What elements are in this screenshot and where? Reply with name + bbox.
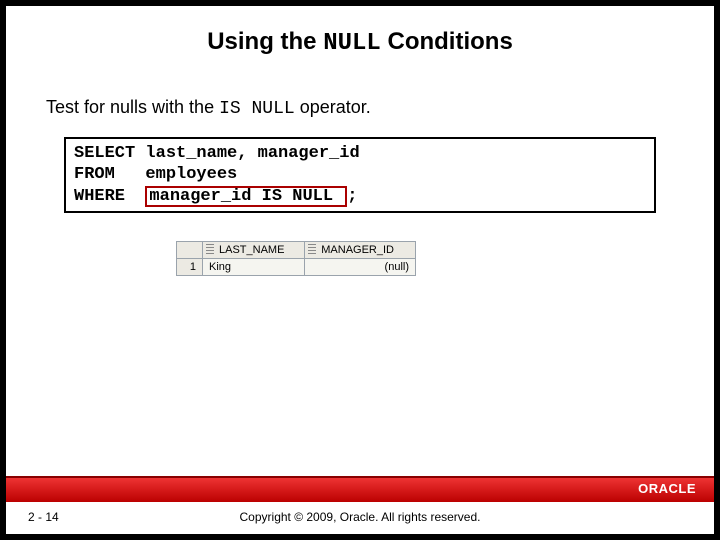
grip-icon bbox=[206, 244, 214, 256]
result-table: LAST_NAME MANAGER_ID 1 King (null) bbox=[176, 241, 416, 276]
header-last-name-label: LAST_NAME bbox=[219, 244, 284, 256]
table-row: 1 King (null) bbox=[177, 259, 416, 276]
header-last-name: LAST_NAME bbox=[203, 242, 305, 259]
slide: Using the NULL Conditions Test for nulls… bbox=[6, 6, 714, 534]
subtitle: Test for nulls with the IS NULL operator… bbox=[6, 67, 714, 137]
result-grid: LAST_NAME MANAGER_ID 1 King (null) bbox=[176, 241, 416, 276]
subtitle-code: IS NULL bbox=[219, 99, 295, 119]
sql-line1: SELECT last_name, manager_id bbox=[74, 144, 360, 163]
sql-code-box: SELECT last_name, manager_id FROM employ… bbox=[64, 137, 656, 213]
cell-rownum: 1 bbox=[177, 259, 203, 276]
header-manager-id: MANAGER_ID bbox=[305, 242, 416, 259]
title-code: NULL bbox=[323, 30, 381, 57]
title-text-pre: Using the bbox=[207, 28, 323, 55]
copyright-text: Copyright © 2009, Oracle. All rights res… bbox=[6, 510, 714, 524]
sql-line3-kw: WHERE bbox=[74, 187, 145, 206]
header-manager-id-label: MANAGER_ID bbox=[321, 244, 394, 256]
sql-highlight: manager_id IS NULL bbox=[145, 186, 347, 208]
cell-manager-id: (null) bbox=[305, 259, 416, 276]
footer-bar: ORACLE bbox=[6, 478, 714, 502]
sql-line3-post: ; bbox=[347, 187, 357, 206]
subtitle-pre: Test for nulls with the bbox=[46, 97, 219, 117]
oracle-logo: ORACLE bbox=[638, 481, 696, 496]
grip-icon bbox=[308, 244, 316, 256]
sql-line2: FROM employees bbox=[74, 165, 237, 184]
title-text-post: Conditions bbox=[381, 28, 513, 55]
cell-last-name: King bbox=[203, 259, 305, 276]
table-header-row: LAST_NAME MANAGER_ID bbox=[177, 242, 416, 259]
slide-title: Using the NULL Conditions bbox=[6, 6, 714, 67]
header-rownum bbox=[177, 242, 203, 259]
subtitle-post: operator. bbox=[295, 97, 371, 117]
